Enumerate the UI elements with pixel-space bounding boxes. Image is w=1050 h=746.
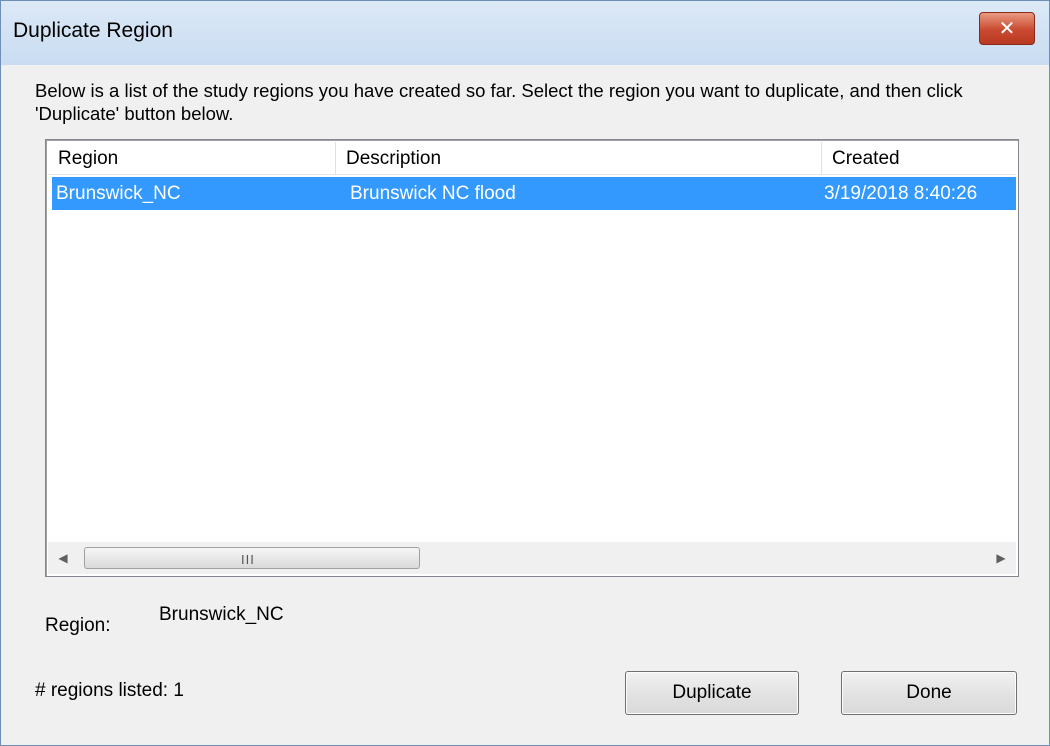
done-button[interactable]: Done: [841, 671, 1017, 715]
column-header-description[interactable]: Description: [336, 142, 822, 174]
cell-region: Brunswick_NC: [56, 183, 181, 204]
cell-description: Brunswick NC flood: [350, 183, 516, 204]
column-header-created[interactable]: Created: [822, 142, 1016, 174]
regions-list[interactable]: Region Description Created Brunswick_NC …: [45, 139, 1019, 577]
region-label: Region:: [45, 615, 111, 636]
close-button[interactable]: ✕: [979, 12, 1035, 45]
close-icon: ✕: [998, 18, 1016, 40]
selected-region-value: Brunswick_NC: [159, 604, 284, 625]
scroll-thumb[interactable]: III: [84, 547, 420, 569]
scroll-grip-icon: III: [241, 552, 255, 567]
horizontal-scrollbar[interactable]: ◀ III ▶: [48, 542, 1016, 574]
window-title: Duplicate Region: [13, 19, 173, 42]
column-header-region[interactable]: Region: [48, 142, 336, 174]
duplicate-button[interactable]: Duplicate: [625, 671, 799, 715]
cell-created: 3/19/2018 8:40:26: [824, 183, 978, 204]
title-bar: Duplicate Region ✕: [1, 1, 1049, 65]
scroll-left-icon[interactable]: ◀: [48, 542, 78, 574]
instructions-text: Below is a list of the study regions you…: [35, 80, 963, 124]
regions-count: # regions listed: 1: [35, 680, 184, 701]
duplicate-region-dialog: Duplicate Region ✕ Below is a list of th…: [0, 0, 1050, 746]
list-header: Region Description Created: [48, 142, 1016, 175]
scroll-right-icon[interactable]: ▶: [986, 542, 1016, 574]
table-row[interactable]: Brunswick_NC Brunswick NC flood 3/19/201…: [52, 177, 1016, 210]
